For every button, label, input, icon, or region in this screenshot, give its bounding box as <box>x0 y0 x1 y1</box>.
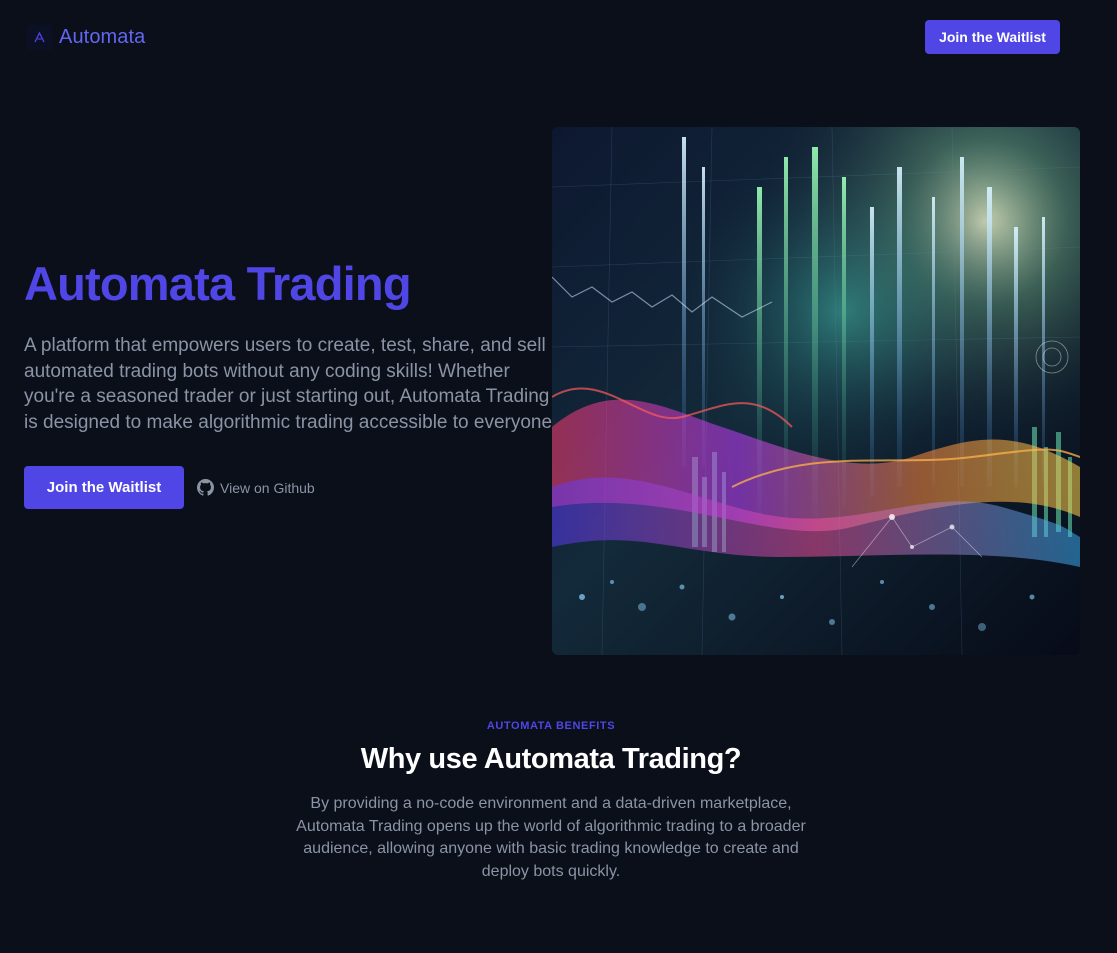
brand-name: Automata <box>59 26 146 48</box>
brand-link[interactable]: Automata <box>27 25 145 50</box>
benefits-eyebrow: AUTOMATA BENEFITS <box>486 720 616 732</box>
automata-logo-icon <box>27 25 52 50</box>
github-link[interactable]: View on Github <box>197 479 315 496</box>
hero-illustration <box>552 127 1080 655</box>
hero-description: A platform that empowers users to create… <box>24 335 558 433</box>
benefits-title: Why use Automata Trading? <box>360 743 742 775</box>
hero-join-waitlist-button[interactable]: Join the Waitlist <box>24 466 184 509</box>
landing-page: Automata Join the Waitlist Automata Trad… <box>0 0 1117 953</box>
benefits-description: By providing a no-code environment and a… <box>296 795 806 881</box>
github-link-label: View on Github <box>220 479 315 496</box>
site-header: Automata Join the Waitlist <box>0 0 1117 75</box>
header-join-waitlist-button[interactable]: Join the Waitlist <box>925 20 1060 54</box>
trading-visualization-image <box>552 127 1080 655</box>
hero-title: Automata Trading <box>24 257 412 310</box>
hero-actions: Join the Waitlist View on Github <box>24 466 315 509</box>
github-icon <box>197 479 214 496</box>
